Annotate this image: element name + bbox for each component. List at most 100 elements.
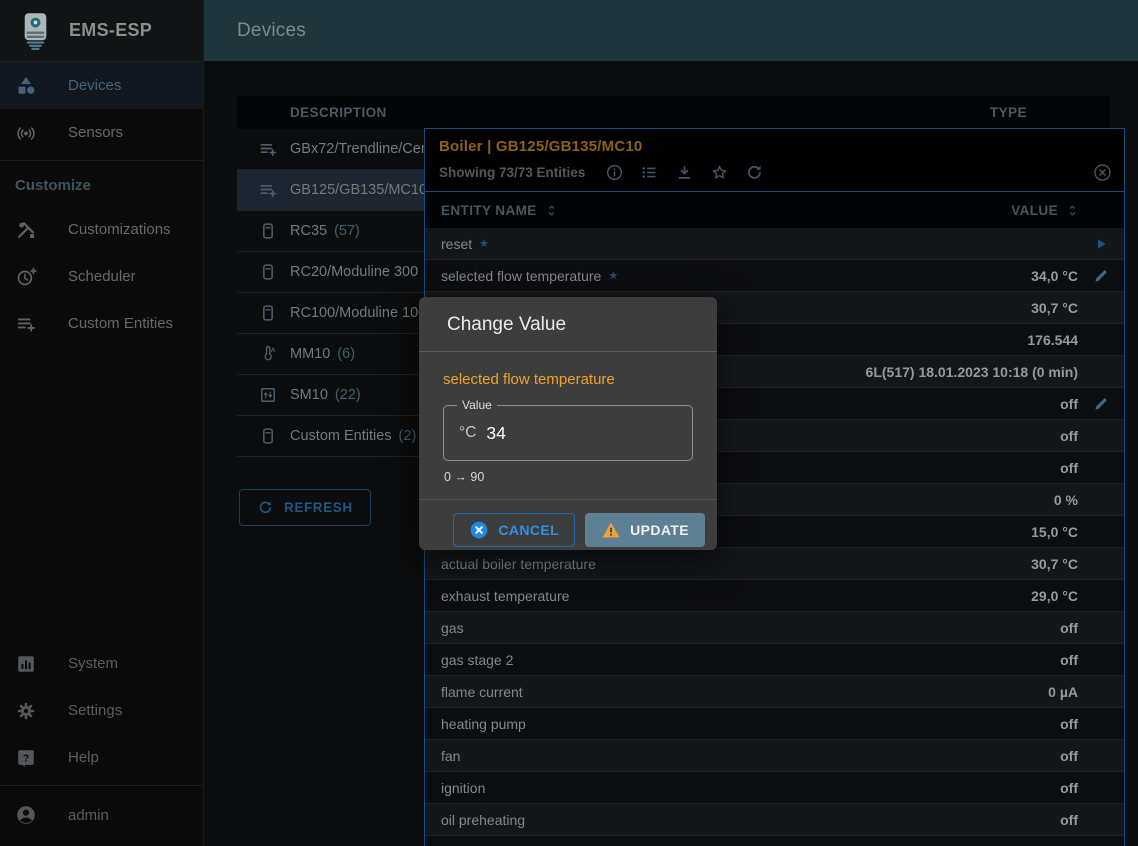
logo-bar: EMS-ESP (0, 0, 203, 62)
sidebar-item-customizations[interactable]: Customizations (0, 206, 203, 253)
device-label: GB125/GB135/MC10 (290, 182, 427, 198)
entity-value: 30,7 °C (1031, 556, 1078, 572)
refresh-icon[interactable] (745, 163, 764, 182)
entity-column-header: ENTITY NAME VALUE (425, 192, 1124, 228)
sidebar-item-admin[interactable]: admin (0, 790, 203, 840)
sort-icon[interactable] (544, 203, 559, 218)
topbar: Devices (204, 0, 1138, 61)
entity-value: 29,0 °C (1031, 588, 1078, 604)
entity-row: heating pump off (425, 708, 1124, 740)
entity-value: 176.544 (1027, 332, 1078, 348)
sidebar-item-label: Custom Entities (68, 315, 173, 332)
refresh-button[interactable]: REFRESH (239, 489, 371, 526)
entity-value: off (1060, 652, 1078, 668)
sidebar-item-system[interactable]: System (0, 640, 203, 687)
value-field-label: Value (457, 398, 497, 412)
entity-value: off (1060, 716, 1078, 732)
thermostat-icon (258, 221, 278, 241)
thermostat-icon (258, 303, 278, 323)
page-title: Devices (237, 20, 306, 42)
entity-row: ignition off (425, 772, 1124, 804)
run-command-icon[interactable] (1093, 236, 1109, 252)
sensors-icon (15, 122, 37, 144)
entity-name: ignition (441, 780, 485, 796)
showing-entities-label: Showing 73/73 Entities (439, 165, 585, 180)
list-icon[interactable] (640, 163, 659, 182)
refresh-label: REFRESH (284, 500, 353, 515)
entity-row: oil preheatingoff (425, 804, 1124, 836)
column-value[interactable]: VALUE (1011, 203, 1058, 218)
entity-row: exhaust temperature29,0 °C (425, 580, 1124, 612)
close-icon[interactable] (1092, 162, 1113, 183)
entity-name: fan (441, 748, 460, 764)
device-label: SM10 (290, 387, 328, 403)
entity-value: off (1060, 780, 1078, 796)
cancel-label: CANCEL (498, 522, 559, 538)
value-input-text: 34 (486, 423, 505, 444)
sidebar-item-scheduler[interactable]: Scheduler (0, 253, 203, 300)
sidebar-nav: Devices Sensors Customize Customizations… (0, 62, 203, 347)
edit-icon[interactable] (1093, 396, 1109, 412)
column-entity-name[interactable]: ENTITY NAME (441, 203, 537, 218)
column-description: DESCRIPTION (290, 105, 387, 120)
sort-icon[interactable] (1065, 203, 1080, 218)
value-input[interactable]: Value °C 34 (443, 405, 693, 461)
entity-value: off (1060, 428, 1078, 444)
update-label: UPDATE (630, 522, 689, 538)
solar-icon (258, 385, 278, 405)
entity-row[interactable]: reset ★ (425, 228, 1124, 260)
entity-row: heating activated (425, 836, 1124, 846)
star-icon[interactable] (710, 163, 729, 182)
update-button[interactable]: UPDATE (585, 513, 705, 547)
thermostat-icon (258, 426, 278, 446)
playlist-add-icon (15, 313, 37, 335)
sidebar-item-settings[interactable]: Settings (0, 687, 203, 734)
playlist-add-icon (258, 180, 278, 200)
app-title: EMS-ESP (69, 20, 152, 41)
sidebar-item-sensors[interactable]: Sensors (0, 109, 203, 156)
download-icon[interactable] (675, 163, 694, 182)
sidebar-item-label: Settings (68, 702, 122, 719)
sidebar-item-devices[interactable]: Devices (0, 62, 203, 109)
entity-value: off (1060, 620, 1078, 636)
entity-panel-title: Boiler | GB125/GB135/MC10 (439, 138, 1110, 155)
entity-panel-header: Boiler | GB125/GB135/MC10 Showing 73/73 … (425, 129, 1124, 192)
sidebar-item-custom-entities[interactable]: Custom Entities (0, 300, 203, 347)
schedule-icon (15, 266, 37, 288)
entity-row: fanoff (425, 740, 1124, 772)
device-entity-count: (57) (334, 223, 360, 239)
svg-text:A: A (271, 347, 276, 354)
help-icon: ? (15, 747, 37, 769)
boiler-logo-icon (17, 10, 54, 52)
customize-section-label: Customize (15, 177, 203, 194)
entity-value: off (1060, 812, 1078, 828)
device-label: RC35 (290, 223, 327, 239)
favorite-star-icon[interactable]: ★ (479, 237, 489, 250)
entity-panel-toolbar: Showing 73/73 Entities (439, 163, 1110, 182)
entity-row: gasoff (425, 612, 1124, 644)
entity-name: heating pump (441, 716, 526, 732)
info-icon[interactable] (605, 163, 624, 182)
mixer-icon: A (258, 344, 278, 364)
sidebar-item-label: Sensors (68, 124, 123, 141)
edit-icon[interactable] (1093, 268, 1109, 284)
favorite-star-icon[interactable]: ★ (608, 269, 618, 282)
column-type: TYPE (990, 105, 1027, 120)
dialog-actions: CANCEL UPDATE (419, 499, 717, 560)
entity-row[interactable]: selected flow temperature★34,0 °C (425, 260, 1124, 292)
entity-value: 6L(517) 18.01.2023 10:18 (0 min) (866, 364, 1078, 380)
entity-value: 0 µA (1048, 684, 1078, 700)
entity-name: reset (441, 236, 472, 252)
cancel-button[interactable]: CANCEL (453, 513, 575, 547)
entity-value: 0 % (1054, 492, 1078, 508)
entity-name: flame current (441, 684, 523, 700)
playlist-add-icon (258, 139, 278, 159)
device-label: MM10 (290, 346, 330, 362)
svg-text:?: ? (23, 752, 29, 764)
dialog-body: selected flow temperature Value °C 34 0 … (419, 352, 717, 484)
entity-value: 30,7 °C (1031, 300, 1078, 316)
device-label: RC100/Moduline 100 (290, 305, 426, 321)
sidebar-item-help[interactable]: ? Help (0, 734, 203, 781)
device-label: Custom Entities (290, 428, 392, 444)
entity-row: gas stage 2off (425, 644, 1124, 676)
